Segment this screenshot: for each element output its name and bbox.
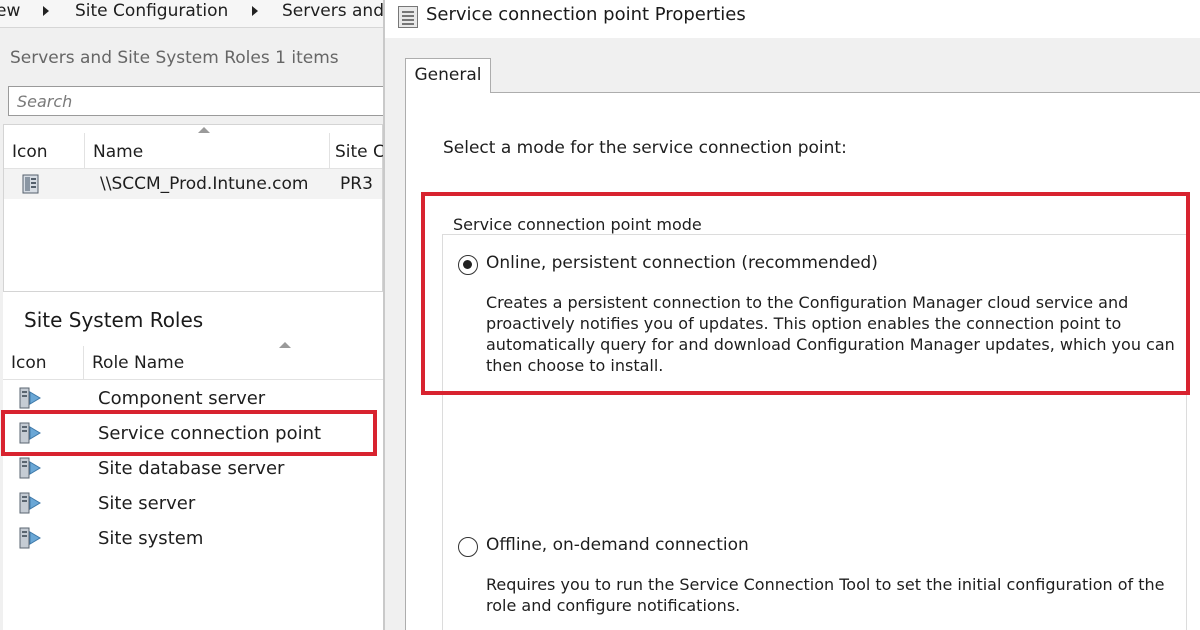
servers-table: Icon Name Site C \\SCCM_Prod.Intune.com … xyxy=(3,124,383,292)
list-item-selected[interactable]: Service connection point xyxy=(3,416,383,451)
list-item[interactable]: Site server xyxy=(3,486,383,521)
server-site-code: PR3 xyxy=(340,174,373,194)
role-icon xyxy=(19,457,41,479)
breadcrumb-separator-icon xyxy=(43,6,49,16)
dialog-title: Service connection point Properties xyxy=(426,4,746,25)
column-separator[interactable] xyxy=(83,346,84,379)
role-label: Component server xyxy=(98,388,266,409)
role-icon xyxy=(19,387,41,409)
server-icon xyxy=(22,174,39,194)
mode-groupbox-label: Service connection point mode xyxy=(451,215,704,234)
online-mode-label[interactable]: Online, persistent connection (recommend… xyxy=(486,253,878,273)
column-header-role-name[interactable]: Role Name xyxy=(92,349,184,377)
role-icon xyxy=(19,527,41,549)
column-header-icon[interactable]: Icon xyxy=(11,349,47,377)
mode-prompt-text: Select a mode for the service connection… xyxy=(443,138,847,158)
properties-window-icon xyxy=(398,6,418,28)
breadcrumb-item-servers[interactable]: Servers and xyxy=(282,0,383,22)
column-separator[interactable] xyxy=(84,133,85,168)
servers-list-header: Servers and Site System Roles 1 items xyxy=(10,48,339,68)
list-item[interactable]: Site system xyxy=(3,521,383,556)
offline-mode-label[interactable]: Offline, on-demand connection xyxy=(486,535,749,555)
servers-table-header: Icon Name Site C xyxy=(4,125,383,169)
breadcrumb-separator-icon xyxy=(252,6,258,16)
online-mode-radio[interactable] xyxy=(458,255,478,275)
roles-table-header: Icon Role Name xyxy=(3,338,383,380)
sort-ascending-icon xyxy=(198,127,210,133)
offline-mode-radio[interactable] xyxy=(458,537,478,557)
search-box[interactable] xyxy=(8,86,383,116)
role-label: Site database server xyxy=(98,458,285,479)
role-label: Service connection point xyxy=(98,423,322,444)
sort-ascending-icon xyxy=(279,342,291,348)
properties-dialog: Service connection point Properties Gene… xyxy=(385,0,1200,630)
roles-panel-title: Site System Roles xyxy=(24,308,204,332)
online-mode-description: Creates a persistent connection to the C… xyxy=(486,293,1175,375)
server-name: \\SCCM_Prod.Intune.com xyxy=(100,174,309,194)
role-icon xyxy=(19,422,41,444)
role-label: Site system xyxy=(98,528,204,549)
role-icon xyxy=(19,492,41,514)
tab-general[interactable]: General xyxy=(405,58,491,93)
search-input[interactable] xyxy=(9,87,383,115)
column-header-name[interactable]: Name xyxy=(93,138,143,166)
site-system-roles-panel: Site System Roles Icon Role Name Compone… xyxy=(3,292,383,630)
table-row[interactable]: \\SCCM_Prod.Intune.com PR3 xyxy=(4,169,382,199)
breadcrumb-item-site-configuration[interactable]: Site Configuration xyxy=(75,0,228,22)
list-item[interactable]: Site database server xyxy=(3,451,383,486)
breadcrumb: ew Site Configuration Servers and xyxy=(0,0,383,28)
console-left-pane: ew Site Configuration Servers and Server… xyxy=(0,0,383,630)
breadcrumb-item-view[interactable]: ew xyxy=(0,0,20,22)
offline-mode-description: Requires you to run the Service Connecti… xyxy=(486,575,1165,615)
column-header-site-code[interactable]: Site C xyxy=(335,138,383,166)
role-label: Site server xyxy=(98,493,196,514)
column-header-icon[interactable]: Icon xyxy=(12,138,48,166)
dialog-titlebar[interactable]: Service connection point Properties xyxy=(385,0,1200,38)
list-item[interactable]: Component server xyxy=(3,381,383,416)
column-separator[interactable] xyxy=(329,133,330,168)
